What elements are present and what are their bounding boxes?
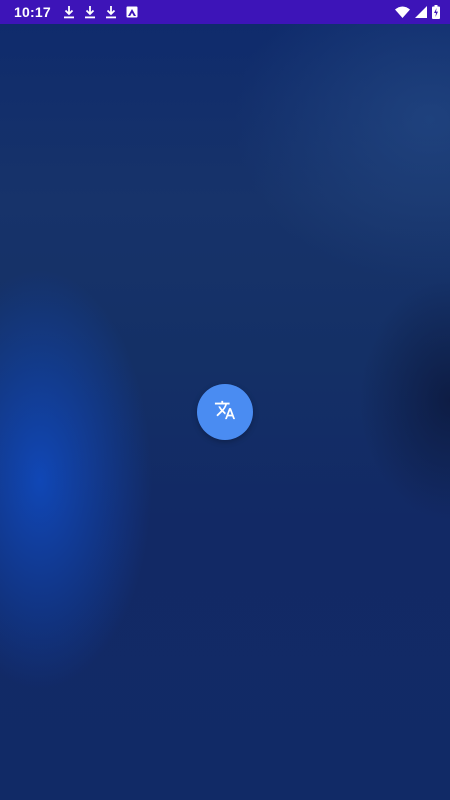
download-icon bbox=[63, 5, 75, 19]
download-icon bbox=[84, 5, 96, 19]
notification-icons bbox=[63, 5, 138, 19]
cell-signal-icon bbox=[415, 6, 427, 18]
photo-icon bbox=[126, 6, 138, 18]
system-icons bbox=[395, 5, 440, 19]
translate-icon bbox=[214, 399, 236, 426]
status-time: 10:17 bbox=[14, 4, 51, 20]
home-screen: 10:17 bbox=[0, 0, 450, 800]
download-icon bbox=[105, 5, 117, 19]
battery-charging-icon bbox=[432, 5, 440, 19]
status-bar: 10:17 bbox=[0, 0, 450, 24]
translate-button[interactable] bbox=[197, 384, 253, 440]
wifi-icon bbox=[395, 6, 410, 18]
